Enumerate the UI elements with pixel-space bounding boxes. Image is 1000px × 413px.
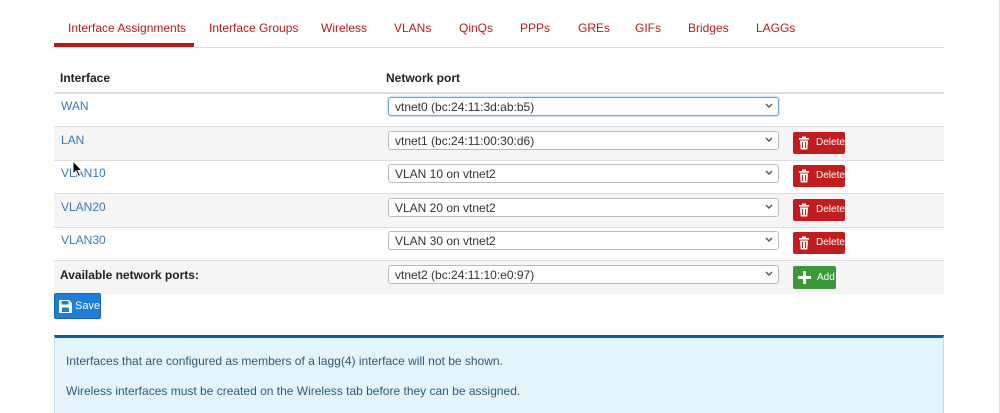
add-label: Add [817,272,835,283]
info-text-wireless: Wireless interfaces must be created on t… [66,384,521,398]
port-select-value: VLAN 10 on vtnet2 [395,167,496,181]
port-select-value: vtnet2 (bc:24:11:10:e0:97) [395,268,535,282]
chevron-down-icon [765,170,773,175]
table-row-lan: LAN vtnet1 (bc:24:11:00:30:d6) Delete [54,127,944,161]
tab-interface-groups[interactable]: Interface Groups [209,21,298,35]
delete-label: Delete [816,237,845,248]
port-select-vlan20[interactable]: VLAN 20 on vtnet2 [388,198,779,217]
trash-icon [799,169,809,183]
info-text-lagg: Interfaces that are configured as member… [66,354,503,368]
delete-button-vlan20[interactable]: Delete [793,199,845,221]
port-select-value: VLAN 30 on vtnet2 [395,234,496,248]
delete-button-vlan10[interactable]: Delete [793,165,845,187]
plus-icon [798,271,811,284]
chevron-down-icon [765,204,773,209]
interface-link-wan[interactable]: WAN [61,99,89,113]
interface-link-vlan20[interactable]: VLAN20 [61,200,106,214]
tab-wireless[interactable]: Wireless [321,21,367,35]
available-ports-label: Available network ports: [60,268,199,282]
tab-bar: Interface Assignments Interface Groups W… [54,0,944,48]
table-row-wan: WAN vtnet0 (bc:24:11:3d:ab:b5) [54,93,944,127]
trash-icon [799,136,809,150]
table-row-vlan10: VLAN10 VLAN 10 on vtnet2 Delete [54,160,944,194]
port-select-vlan30[interactable]: VLAN 30 on vtnet2 [388,231,779,250]
port-select-wan[interactable]: vtnet0 (bc:24:11:3d:ab:b5) [388,97,779,116]
port-select-vlan10[interactable]: VLAN 10 on vtnet2 [388,164,779,183]
port-select-value: VLAN 20 on vtnet2 [395,201,496,215]
available-port-select[interactable]: vtnet2 (bc:24:11:10:e0:97) [388,265,779,284]
add-button[interactable]: Add [793,266,836,289]
chevron-down-icon [765,137,773,142]
delete-label: Delete [816,204,845,215]
trash-icon [799,236,809,250]
save-icon [59,300,72,313]
tab-qinqs[interactable]: QinQs [459,21,493,35]
available-ports-row: Available network ports: vtnet2 (bc:24:1… [54,261,944,294]
tab-interface-assignments[interactable]: Interface Assignments [68,21,186,35]
delete-label: Delete [816,170,845,181]
header-network-port: Network port [386,71,461,85]
chevron-down-icon [765,237,773,242]
port-select-value: vtnet0 (bc:24:11:3d:ab:b5) [395,100,535,114]
header-interface: Interface [60,71,111,85]
save-button[interactable]: Save [54,293,101,319]
active-tab-indicator [54,43,194,47]
chevron-down-icon [765,103,773,108]
tab-gifs[interactable]: GIFs [635,21,661,35]
delete-label: Delete [816,137,845,148]
port-select-lan[interactable]: vtnet1 (bc:24:11:00:30:d6) [388,131,779,150]
table-header: Interface Network port [54,65,944,94]
mouse-cursor-icon [72,160,84,178]
delete-button-lan[interactable]: Delete [793,132,845,154]
table-row-vlan30: VLAN30 VLAN 30 on vtnet2 Delete [54,227,944,261]
port-select-value: vtnet1 (bc:24:11:00:30:d6) [395,134,535,148]
tab-gres[interactable]: GREs [578,21,610,35]
interface-link-lan[interactable]: LAN [61,133,84,147]
delete-button-vlan30[interactable]: Delete [793,232,845,254]
tab-vlans[interactable]: VLANs [394,21,431,35]
tab-ppps[interactable]: PPPs [520,21,550,35]
interface-link-vlan30[interactable]: VLAN30 [61,233,106,247]
trash-icon [799,203,809,217]
table-row-vlan20: VLAN20 VLAN 20 on vtnet2 Delete [54,194,944,228]
chevron-down-icon [765,271,773,276]
tab-laggs[interactable]: LAGGs [756,21,795,35]
info-box: Interfaces that are configured as member… [54,335,944,413]
main-panel: Interface Assignments Interface Groups W… [0,0,1000,413]
tab-bridges[interactable]: Bridges [688,21,729,35]
save-label: Save [75,300,101,312]
